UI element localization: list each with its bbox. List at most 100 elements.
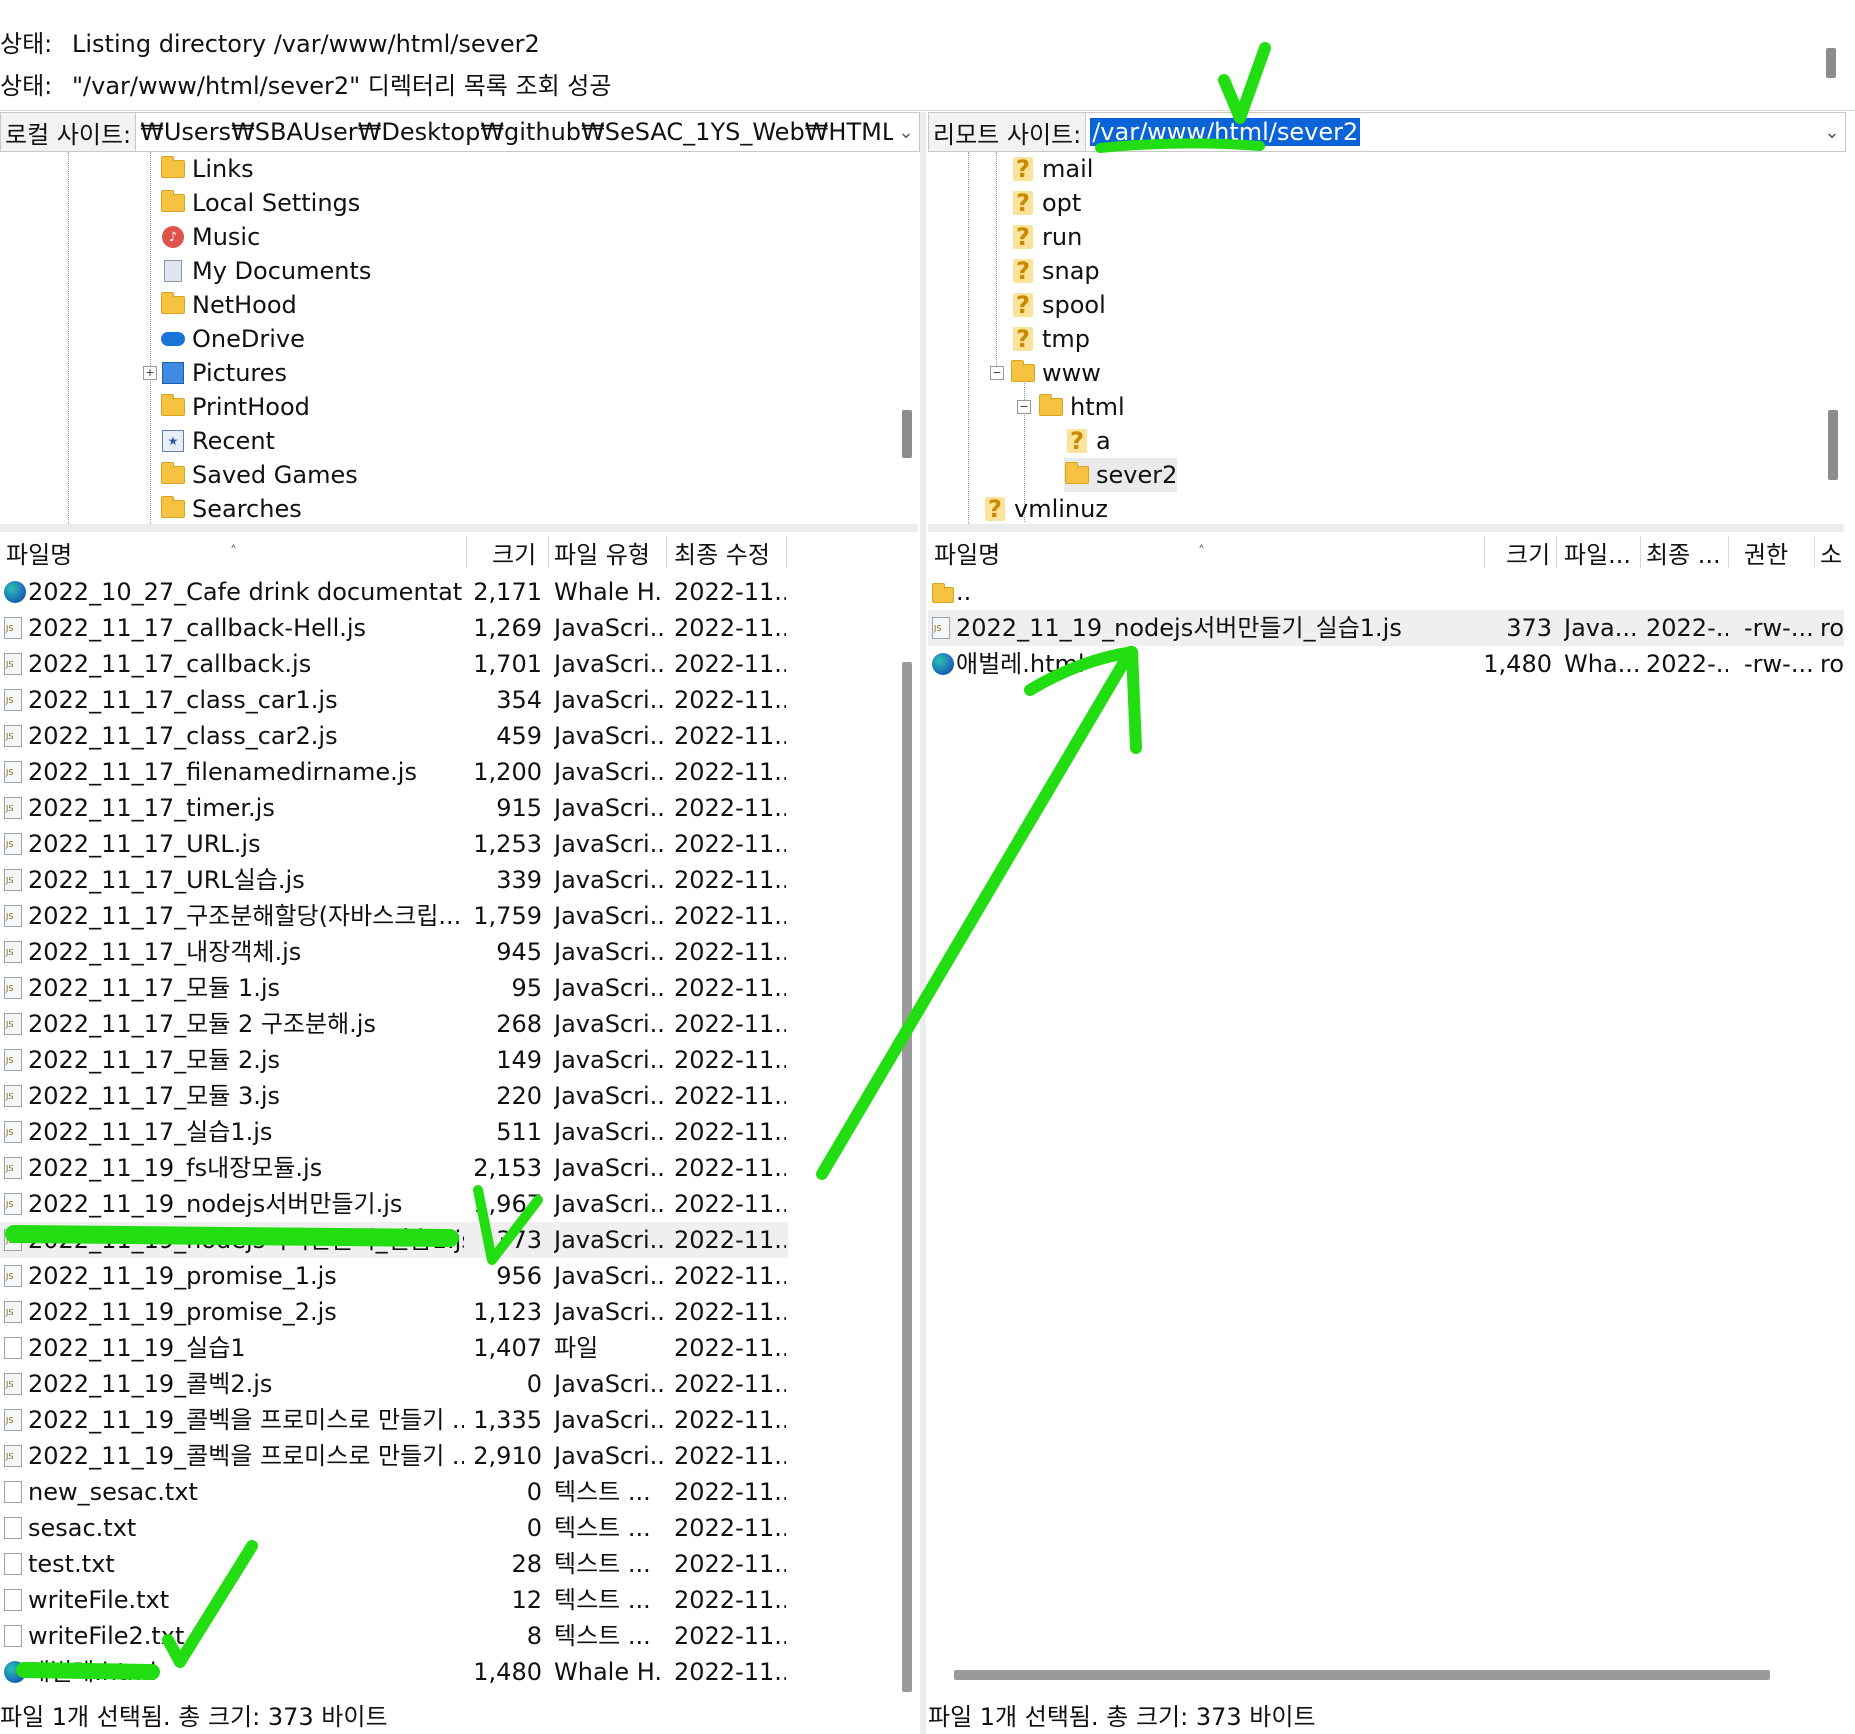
tree-item[interactable]: ? spool xyxy=(1010,288,1106,322)
file-row[interactable]: 2022_11_17_filenamedirname.js 1,200 JavaSc… xyxy=(0,754,788,790)
file-type: JavaScri... xyxy=(554,1154,664,1182)
file-row[interactable]: 2022_11_17_모듈 1.js 95 JavaScri... 2022-11..… xyxy=(0,970,788,1006)
local-tree-scrollbar[interactable] xyxy=(902,410,912,458)
file-row[interactable]: 2022_11_17_실습1.js 511 JavaScri... 2022-11..… xyxy=(0,1114,788,1150)
file-row[interactable]: 2022_11_19_nodejs서버만들기_실습1.js 373 Java... 2… xyxy=(928,610,1844,646)
file-name: 애벌레.html xyxy=(28,1658,157,1686)
file-row[interactable]: 2022_11_19_콜벡2.js 0 JavaScri... 2022-11... xyxy=(0,1366,788,1402)
file-row[interactable]: 2022_11_19_promise_2.js 1,123 JavaScri... 2… xyxy=(0,1294,788,1330)
file-row[interactable]: 2022_11_17_모듈 2.js 149 JavaScri... 2022-11.… xyxy=(0,1042,788,1078)
tree-item[interactable]: ? tmp xyxy=(1010,322,1090,356)
tree-item[interactable]: Pictures xyxy=(160,356,287,390)
collapse-icon[interactable]: − xyxy=(1017,400,1031,414)
tree-item[interactable]: www xyxy=(1010,356,1101,390)
file-name: 2022_11_17_모듈 3.js xyxy=(28,1082,281,1110)
tree-item[interactable]: OneDrive xyxy=(160,322,305,356)
col-header-owner[interactable]: 소 xyxy=(1820,532,1842,572)
remote-path-input[interactable]: /var/www/html/sever2 xyxy=(1086,118,1819,146)
chevron-down-icon[interactable]: ⌄ xyxy=(1819,122,1845,143)
file-row[interactable]: writeFile2.txt 8 텍스트 ... 2022-11... xyxy=(0,1618,788,1654)
file-row[interactable]: 2022_11_19_nodejs서버만들기_실습1.js 373 JavaScri… xyxy=(0,1222,788,1258)
file-row[interactable]: 2022_11_19_실습1 1,407 파일 2022-11... xyxy=(0,1330,788,1366)
file-row[interactable]: 2022_11_19_promise_1.js 956 JavaScri... 202… xyxy=(0,1258,788,1294)
tree-item[interactable]: Saved Games xyxy=(160,458,358,492)
file-row[interactable]: 2022_11_19_콜벡을 프로미스로 만들기 ... 2,910 JavaScr… xyxy=(0,1438,788,1474)
expand-icon[interactable]: + xyxy=(143,366,157,380)
documents-icon xyxy=(160,260,186,282)
file-modified: 2022-11... xyxy=(674,938,786,966)
tree-item[interactable]: My Documents xyxy=(160,254,371,288)
file-name: test.txt xyxy=(28,1550,115,1578)
tree-item[interactable]: ? vmlinuz xyxy=(982,492,1108,524)
col-header-size[interactable]: 크기 xyxy=(492,532,536,572)
file-row[interactable]: 2022_11_17_class_car2.js 459 JavaScri... 20… xyxy=(0,718,788,754)
col-header-type[interactable]: 파일... xyxy=(1564,532,1631,572)
tree-item[interactable]: sever2 xyxy=(1064,458,1178,492)
remote-list-hscrollbar[interactable] xyxy=(954,1670,1770,1680)
file-type: JavaScri... xyxy=(554,1010,664,1038)
remote-status-text: 파일 1개 선택됨. 총 크기: 373 바이트 xyxy=(928,1702,1316,1731)
file-type: JavaScri... xyxy=(554,1370,664,1398)
file-row[interactable]: 애벌레.html 1,480 Wha... 2022-... -rw-... ro xyxy=(928,646,1844,682)
file-row[interactable]: 2022_11_17_모듈 3.js 220 JavaScri... 2022-11.… xyxy=(0,1078,788,1114)
file-modified: 2022-11... xyxy=(674,902,786,930)
file-permissions xyxy=(1744,574,1812,610)
file-row[interactable]: new_sesac.txt 0 텍스트 ... 2022-11... xyxy=(0,1474,788,1510)
file-row[interactable]: 2022_11_19_fs내장모듈.js 2,153 JavaScri... 2022… xyxy=(0,1150,788,1186)
tree-item[interactable]: ★ Recent xyxy=(160,424,275,458)
remote-tree-scrollbar[interactable] xyxy=(1828,410,1838,480)
col-header-permissions[interactable]: 권한 xyxy=(1744,532,1788,572)
local-path-input[interactable]: ₩Users₩SBAUser₩Desktop₩github₩SeSAC_1YS_… xyxy=(136,118,893,146)
col-header-size[interactable]: 크기 xyxy=(1506,532,1550,572)
file-type: JavaScri... xyxy=(554,830,664,858)
file-row[interactable]: 2022_11_19_콜벡을 프로미스로 만들기 ... 1,335 JavaScr… xyxy=(0,1402,788,1438)
chevron-down-icon[interactable]: ⌄ xyxy=(893,122,919,143)
file-name: 2022_11_17_모듈 1.js xyxy=(28,974,281,1002)
tree-item[interactable]: ? a xyxy=(1064,424,1111,458)
file-row[interactable]: writeFile.txt 12 텍스트 ... 2022-11... xyxy=(0,1582,788,1618)
file-row[interactable]: 2022_11_17_내장객체.js 945 JavaScri... 2022-11.… xyxy=(0,934,788,970)
file-row[interactable]: test.txt 28 텍스트 ... 2022-11... xyxy=(0,1546,788,1582)
tree-item[interactable]: ? snap xyxy=(1010,254,1100,288)
whale-html-icon xyxy=(932,653,954,675)
file-row[interactable]: 2022_11_17_callback-Hell.js 1,269 JavaScri… xyxy=(0,610,788,646)
tree-item[interactable]: ♪ Music xyxy=(160,220,260,254)
file-row[interactable]: sesac.txt 0 텍스트 ... 2022-11... xyxy=(0,1510,788,1546)
file-row[interactable]: 2022_10_27_Cafe drink documentation.... 2… xyxy=(0,574,788,610)
local-splitter[interactable] xyxy=(0,524,918,532)
tree-item[interactable]: ? opt xyxy=(1010,186,1081,220)
col-header-name[interactable]: 파일명 xyxy=(6,532,72,572)
collapse-icon[interactable]: − xyxy=(990,366,1004,380)
log-scrollbar[interactable] xyxy=(1826,48,1836,78)
tree-item[interactable]: Links xyxy=(160,152,254,186)
file-row[interactable]: 2022_11_17_class_car1.js 354 JavaScri... 20… xyxy=(0,682,788,718)
tree-item-label: NetHood xyxy=(192,291,297,319)
file-type: Whale H... xyxy=(554,578,664,606)
file-row[interactable]: 2022_11_17_구조분해할당(자바스크립... 1,759 JavaScri.… xyxy=(0,898,788,934)
file-row[interactable]: 2022_11_17_URL실습.js 339 JavaScri... 2022-11… xyxy=(0,862,788,898)
remote-tree: − − ? mail? opt? run? snap? spool? tmp www html?… xyxy=(928,152,1844,525)
col-header-name[interactable]: 파일명 xyxy=(934,532,1000,572)
col-header-type[interactable]: 파일 유형 xyxy=(554,532,650,572)
local-list-scrollbar[interactable] xyxy=(902,662,912,1692)
file-row[interactable]: .. xyxy=(928,574,1844,610)
tree-item[interactable]: Local Settings xyxy=(160,186,360,220)
remote-splitter[interactable] xyxy=(928,524,1844,532)
tree-item[interactable]: NetHood xyxy=(160,288,297,322)
tree-item[interactable]: PrintHood xyxy=(160,390,310,424)
file-modified: 2022-11... xyxy=(674,758,786,786)
tree-item[interactable]: ? mail xyxy=(1010,152,1093,186)
file-row[interactable]: 2022_11_17_callback.js 1,701 JavaScri... 20… xyxy=(0,646,788,682)
file-row[interactable]: 애벌레.html 1,480 Whale H... 2022-11... xyxy=(0,1654,788,1690)
col-header-modified[interactable]: 최종 수정 xyxy=(674,532,770,572)
tree-item[interactable]: Searches xyxy=(160,492,302,524)
tree-item[interactable]: ? run xyxy=(1010,220,1082,254)
col-header-modified[interactable]: 최종 ... xyxy=(1646,532,1721,572)
file-row[interactable]: 2022_11_19_nodejs서버만들기.js 1,967 JavaScri..… xyxy=(0,1186,788,1222)
tree-item-label: a xyxy=(1096,427,1111,455)
pane-splitter[interactable] xyxy=(920,112,926,1734)
tree-item[interactable]: html xyxy=(1038,390,1125,424)
file-row[interactable]: 2022_11_17_timer.js 915 JavaScri... 2022-11… xyxy=(0,790,788,826)
file-row[interactable]: 2022_11_17_모듈 2 구조분해.js 268 JavaScri... 202… xyxy=(0,1006,788,1042)
file-row[interactable]: 2022_11_17_URL.js 1,253 JavaScri... 2022-11… xyxy=(0,826,788,862)
